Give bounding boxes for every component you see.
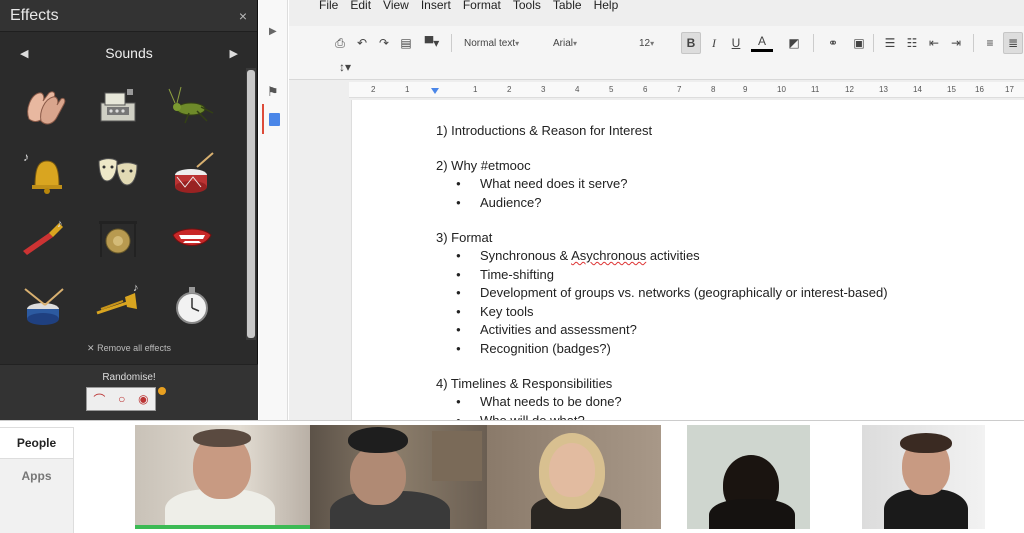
document-body[interactable]: 1) Introductions & Reason for Interest 2…	[436, 122, 996, 430]
drum-icon[interactable]	[160, 142, 224, 202]
highlight-color-icon[interactable]: ◩	[783, 32, 805, 54]
underline-button[interactable]: U	[727, 32, 745, 54]
list-item: Recognition (badges?)	[436, 340, 996, 359]
image-icon[interactable]: ▣	[849, 32, 869, 54]
undo-icon[interactable]: ↶	[353, 32, 371, 54]
document-icon	[268, 112, 280, 126]
link-icon[interactable]: ⚭	[823, 32, 843, 54]
list-item: Time-shifting	[436, 266, 996, 285]
expand-arrow-icon[interactable]: ▶	[269, 26, 277, 37]
bold-button[interactable]: B	[681, 32, 701, 54]
monkey-icon: ◉	[138, 392, 149, 406]
gong-icon[interactable]	[86, 208, 150, 268]
magnifier-icon: ○	[118, 392, 126, 406]
participant-video[interactable]	[862, 425, 985, 529]
stopwatch-icon[interactable]	[160, 274, 224, 334]
list-item: What need does it serve?	[436, 175, 996, 194]
italic-button[interactable]: I	[705, 32, 723, 54]
section-heading: 2) Why #etmooc	[436, 158, 531, 173]
effects-header: Effects ×	[0, 0, 257, 32]
effects-scrollbar[interactable]	[246, 68, 256, 340]
paragraph-style-select[interactable]: Normal text	[464, 32, 546, 54]
numbered-list-icon[interactable]: ☰	[881, 32, 899, 54]
participant-video[interactable]	[310, 425, 487, 529]
decrease-indent-icon[interactable]: ⇤	[925, 32, 943, 54]
menu-bar: File Edit View Insert Format Tools Table…	[319, 0, 618, 14]
paint-format-icon[interactable]: ▀▾	[419, 32, 445, 54]
line-spacing-icon[interactable]: ↕▾	[331, 56, 359, 78]
menu-format[interactable]: Format	[463, 0, 501, 14]
randomise-button[interactable]: ⌒ ○ ◉	[86, 387, 156, 411]
randomise-section: Randomise! ⌒ ○ ◉	[0, 364, 258, 420]
side-strip: ▶ ⚑	[259, 0, 288, 420]
svg-text:♪: ♪	[133, 282, 139, 294]
next-category-icon[interactable]: ▶	[230, 47, 238, 60]
participant-video[interactable]	[135, 425, 310, 529]
svg-text:♪: ♪	[57, 218, 63, 230]
laughing-mouth-icon[interactable]	[160, 208, 224, 268]
font-size-select[interactable]: 12	[639, 32, 673, 54]
document-page[interactable]: 1) Introductions & Reason for Interest 2…	[351, 100, 1024, 430]
randomise-label: Randomise!	[102, 372, 156, 383]
formatting-toolbar: ⎙ ↶ ↷ ▤ ▀▾ Normal text Arial 12 B I U A …	[289, 26, 1024, 80]
tab-people[interactable]: People	[0, 427, 74, 459]
increase-indent-icon[interactable]: ⇥	[947, 32, 965, 54]
participant-video[interactable]	[687, 425, 810, 529]
effects-category-name: Sounds	[105, 45, 153, 61]
print-icon[interactable]: ⎙	[331, 32, 349, 54]
list-item: Activities and assessment?	[436, 321, 996, 340]
active-speaker-indicator	[135, 525, 310, 529]
menu-edit[interactable]: Edit	[350, 0, 371, 14]
svg-text:♪: ♪	[23, 150, 29, 164]
section-heading: 4) Timelines & Responsibilities	[436, 376, 613, 391]
misspelled-word[interactable]: Asychronous	[571, 248, 646, 263]
font-select[interactable]: Arial	[553, 32, 629, 54]
mustache-icon: ⌒	[93, 392, 106, 407]
menu-tools[interactable]: Tools	[513, 0, 541, 14]
list-item: What needs to be done?	[436, 393, 996, 412]
bell-icon[interactable]: ♪	[12, 142, 76, 202]
ruler: 2 1 1 2 3 4 5 6 7 8 9 10 11 12 13 14 15 …	[349, 82, 1024, 98]
close-icon[interactable]: ×	[239, 8, 247, 24]
participant-video[interactable]	[487, 425, 661, 529]
align-left-icon[interactable]: ≡	[981, 32, 999, 54]
bulleted-list-icon[interactable]: ☷	[903, 32, 921, 54]
remove-all-effects-link[interactable]: ✕ Remove all effects	[0, 343, 258, 354]
theater-masks-icon[interactable]	[86, 142, 150, 202]
text-color-button[interactable]: A	[751, 32, 773, 52]
menu-table[interactable]: Table	[553, 0, 582, 14]
flag-icon[interactable]: ⚑	[267, 84, 279, 100]
list-item: Audience?	[436, 194, 996, 213]
section-heading: 1) Introductions & Reason for Interest	[436, 123, 653, 138]
effects-panel: Effects × ◀ Sounds ▶ ♪ ♪ ♪ ✕ Remove all …	[0, 0, 258, 420]
snare-drum-icon[interactable]	[12, 274, 76, 334]
trombone-icon[interactable]: ♪	[86, 274, 150, 334]
effects-grid: ♪ ♪ ♪	[12, 76, 242, 334]
menu-view[interactable]: View	[383, 0, 409, 14]
list-item: Key tools	[436, 303, 996, 322]
menu-insert[interactable]: Insert	[421, 0, 451, 14]
effects-title: Effects	[10, 6, 59, 24]
trumpet-icon[interactable]: ♪	[12, 208, 76, 268]
menu-file[interactable]: File	[319, 0, 338, 14]
effects-category-bar: ◀ Sounds ▶	[0, 40, 258, 66]
section-heading: 3) Format	[436, 230, 493, 245]
docs-app: File Edit View Insert Format Tools Table…	[289, 0, 1024, 430]
redo-icon[interactable]: ↷	[375, 32, 393, 54]
clapping-hands-icon[interactable]	[12, 76, 76, 136]
cash-register-icon[interactable]	[86, 76, 150, 136]
effects-scroll-thumb[interactable]	[247, 70, 255, 338]
notification-dot	[158, 387, 166, 395]
hangout-bar: People Apps	[0, 420, 1024, 533]
list-item: Synchronous & Asychronous activities	[436, 247, 996, 266]
cricket-icon[interactable]	[160, 76, 224, 136]
list-item: Development of groups vs. networks (geog…	[436, 284, 996, 303]
indent-marker[interactable]	[431, 88, 439, 94]
align-center-icon[interactable]: ≣	[1003, 32, 1023, 54]
prev-category-icon[interactable]: ◀	[20, 47, 28, 60]
menu-help[interactable]: Help	[594, 0, 619, 14]
clipboard-icon[interactable]: ▤	[397, 32, 415, 54]
tab-apps[interactable]: Apps	[0, 459, 74, 533]
document-app-tab[interactable]	[262, 104, 284, 134]
